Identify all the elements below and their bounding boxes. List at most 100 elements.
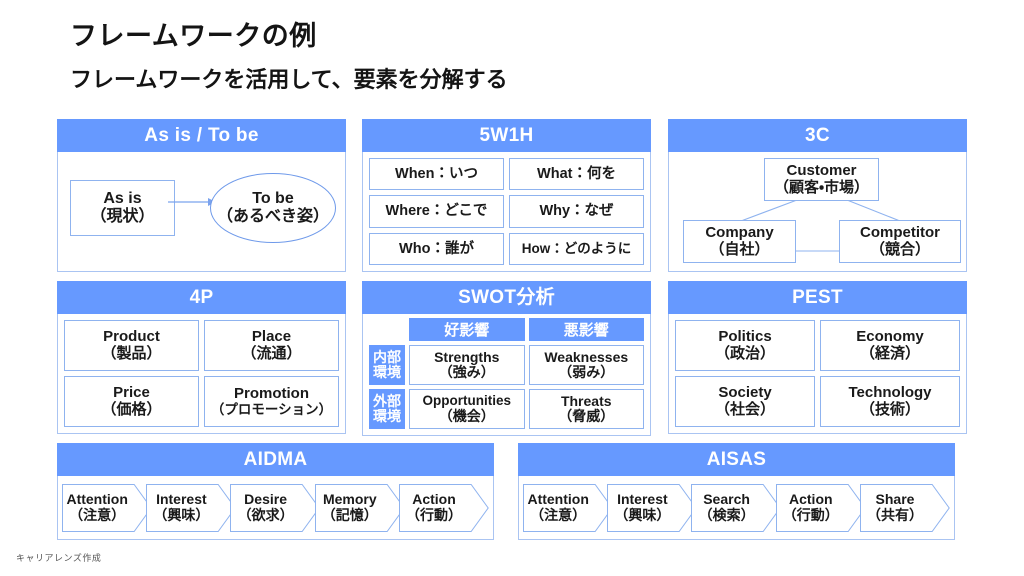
aidma-step-en: Attention xyxy=(66,490,128,507)
5w1h-cell-label: Who：誰が xyxy=(399,240,474,257)
footer-credit: キャリアレンズ作成 xyxy=(16,553,102,563)
aidma-step-jp: （記憶） xyxy=(321,506,378,523)
4p-cell-en: Price xyxy=(113,383,150,401)
panel-swot: SWOT分析 好影響 悪影響 内部 環境 Strengths （強み） Weak… xyxy=(362,281,651,436)
3c-competitor-jp: （競合） xyxy=(869,240,930,258)
4p-cell-jp: （プロモーション） xyxy=(210,402,333,418)
swot-row-header-internal-line1: 内部 xyxy=(373,349,401,366)
swot-cell-weaknesses: Weaknesses （弱み） xyxy=(528,345,644,385)
4p-cell: Price （価格） xyxy=(64,376,199,427)
pest-cell-jp: （社会） xyxy=(714,400,775,418)
aisas-step: Share （共有） xyxy=(859,483,950,532)
swot-cell-jp: （機会） xyxy=(438,407,495,424)
5w1h-cell-label: When：いつ xyxy=(395,166,478,183)
arrow-right-icon xyxy=(168,198,216,206)
pest-cell-en: Politics xyxy=(718,327,772,345)
5w1h-cell-label: Why：なぜ xyxy=(539,203,614,220)
4p-cell-jp: （価格） xyxy=(101,400,162,418)
panel-3c: 3C Customer （顧客・市場） Company （自社） Competi… xyxy=(668,119,967,272)
aisas-step: Interest （興味） xyxy=(607,483,698,532)
panel-pest-header: PEST xyxy=(668,281,967,314)
panel-pest-body: Politics （政治） Economy （経済） Society （社会） … xyxy=(668,314,967,434)
3c-competitor-en: Competitor xyxy=(860,223,940,241)
page-title: フレームワークの例 xyxy=(70,21,317,51)
aisas-step-jp: （行動） xyxy=(782,506,839,523)
aisas-step: Search （検索） xyxy=(691,483,782,532)
pest-cell-jp: （経済） xyxy=(859,344,920,362)
panel-asis-tobe-body: As is （現状） To be （あるべき姿） xyxy=(57,152,346,272)
tobe-label-jp: （あるべき姿） xyxy=(216,208,329,225)
swot-row-header-external: 外部 環境 xyxy=(369,389,405,429)
3c-customer-box: Customer （顧客・市場） xyxy=(764,158,879,201)
swot-cell-en: Threats xyxy=(560,392,612,409)
pest-cell-en: Technology xyxy=(848,383,932,401)
aidma-step: Attention （注意） xyxy=(62,483,152,532)
panel-aisas: AISAS Attention （注意） Interest （興味） Searc… xyxy=(518,443,955,540)
swot-col-header-positive: 好影響 xyxy=(409,318,525,341)
swot-row-header-external-line2: 環境 xyxy=(373,408,401,424)
asis-box: As is （現状） xyxy=(70,180,175,236)
swot-matrix: 好影響 悪影響 内部 環境 Strengths （強み） Weaknesses … xyxy=(363,314,650,435)
4p-cell-en: Place xyxy=(251,327,292,345)
swot-cell-opportunities: Opportunities （機会） xyxy=(409,389,525,429)
pest-cell: Economy （経済） xyxy=(820,320,960,371)
aidma-step-en: Interest xyxy=(156,490,207,507)
panel-4p-header: 4P xyxy=(57,281,346,314)
swot-corner-blank xyxy=(369,318,405,341)
swot-row-header-internal: 内部 環境 xyxy=(369,345,405,385)
panel-aidma: AIDMA Attention （注意） Interest （興味） Desir… xyxy=(57,443,494,540)
4p-cell-en: Product xyxy=(103,327,160,345)
swot-cell-jp: （脅威） xyxy=(558,408,615,424)
aidma-flow: Attention （注意） Interest （興味） Desire （欲求） xyxy=(58,476,493,539)
panel-aisas-body: Attention （注意） Interest （興味） Search （検索） xyxy=(518,476,955,540)
4p-grid: Product （製品） Place （流通） Price （価格） Promo… xyxy=(58,314,345,433)
panel-5w1h-body: When：いつ What：何を Where：どこで Why：なぜ Who：誰が … xyxy=(362,152,651,272)
panel-4p-body: Product （製品） Place （流通） Price （価格） Promo… xyxy=(57,314,346,434)
panel-5w1h-header: 5W1H xyxy=(362,119,651,152)
swot-cell-jp: （弱み） xyxy=(558,364,615,380)
5w1h-cell: How：どのように xyxy=(509,232,644,265)
aidma-step-en: Action xyxy=(412,490,456,507)
panel-asis-tobe: As is / To be As is （現状） To be （あるべき姿） xyxy=(57,119,346,272)
swot-row-header-external-line1: 外部 xyxy=(373,393,401,410)
panel-swot-header: SWOT分析 xyxy=(362,281,651,314)
pest-cell: Society （社会） xyxy=(675,376,815,427)
swot-cell-jp: （強み） xyxy=(438,364,495,380)
aidma-step: Memory （記憶） xyxy=(314,483,405,532)
pest-cell: Politics （政治） xyxy=(675,320,815,371)
aidma-step: Desire （欲求） xyxy=(230,483,321,532)
aidma-step: Action （行動） xyxy=(398,483,489,532)
aisas-step-jp: （検索） xyxy=(698,506,755,523)
aisas-step-jp: （興味） xyxy=(614,506,671,523)
aidma-step-jp: （行動） xyxy=(405,506,462,523)
panel-aidma-body: Attention （注意） Interest （興味） Desire （欲求） xyxy=(57,476,494,540)
4p-cell: Place （流通） xyxy=(204,320,339,371)
aidma-step: Interest （興味） xyxy=(146,483,237,532)
3c-company-en: Company xyxy=(705,223,774,241)
aidma-step-jp: （興味） xyxy=(153,506,210,523)
aisas-step-en: Share xyxy=(875,490,915,507)
5w1h-cell: Why：なぜ xyxy=(509,195,644,228)
aisas-flow: Attention （注意） Interest （興味） Search （検索） xyxy=(519,476,954,539)
swot-col-header-negative: 悪影響 xyxy=(528,318,644,341)
5w1h-grid: When：いつ What：何を Where：どこで Why：なぜ Who：誰が … xyxy=(363,152,650,271)
3c-customer-en: Customer xyxy=(786,161,857,179)
3c-competitor-box: Competitor （競合） xyxy=(839,220,961,263)
aisas-step-en: Action xyxy=(789,490,833,507)
swot-row-header-internal-line2: 環境 xyxy=(373,364,401,380)
5w1h-cell: Where：どこで xyxy=(369,195,504,228)
5w1h-cell: When：いつ xyxy=(369,158,504,191)
5w1h-cell-label: What：何を xyxy=(537,166,616,183)
panel-3c-header: 3C xyxy=(668,119,967,152)
swot-cell-en: Opportunities xyxy=(422,392,512,408)
pest-grid: Politics （政治） Economy （経済） Society （社会） … xyxy=(669,314,966,433)
5w1h-cell-label: Where：どこで xyxy=(385,203,488,220)
panel-swot-body: 好影響 悪影響 内部 環境 Strengths （強み） Weaknesses … xyxy=(362,314,651,436)
pest-cell-jp: （技術） xyxy=(859,400,920,418)
4p-cell: Promotion （プロモーション） xyxy=(204,376,339,427)
panel-3c-body: Customer （顧客・市場） Company （自社） Competitor… xyxy=(668,152,967,272)
swot-cell-en: Strengths xyxy=(434,348,500,365)
4p-cell-jp: （流通） xyxy=(241,344,302,362)
3c-company-jp: （自社） xyxy=(709,240,770,258)
panel-asis-tobe-header: As is / To be xyxy=(57,119,346,152)
